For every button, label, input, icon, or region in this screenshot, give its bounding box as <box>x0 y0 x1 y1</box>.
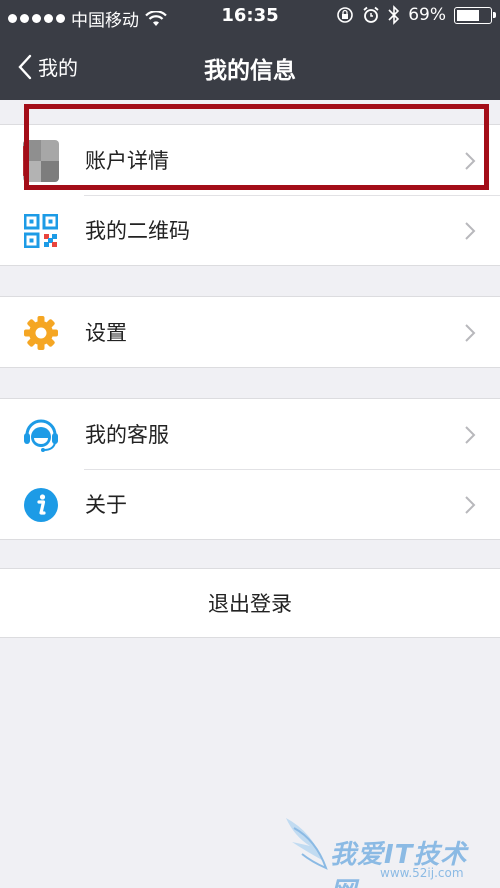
bluetooth-icon <box>388 5 400 25</box>
menu-item-about[interactable]: 关于 <box>0 469 500 539</box>
page-title: 我的信息 <box>204 58 296 84</box>
logout-button[interactable]: 退出登录 <box>0 568 500 638</box>
battery-percentage: 69% <box>408 5 446 25</box>
chevron-right-icon <box>465 426 476 444</box>
settings-group: 设置 <box>0 296 500 368</box>
battery-icon <box>454 6 496 24</box>
highlight-box <box>24 104 489 190</box>
support-group: 我的客服 关于 <box>0 398 500 540</box>
menu-item-label: 设置 <box>85 321 127 345</box>
watermark: 我爱IT技术网 www.52ij.com <box>282 812 492 888</box>
battery-level-fill <box>457 9 480 21</box>
menu-item-label: 我的二维码 <box>85 219 190 243</box>
rotation-lock-icon <box>337 7 354 23</box>
customer-service-icon <box>22 416 60 454</box>
menu-item-label: 关于 <box>85 493 127 517</box>
watermark-url: www.52ij.com <box>380 866 464 880</box>
alarm-icon <box>363 6 379 23</box>
chevron-right-icon <box>465 324 476 342</box>
menu-item-my-qr-code[interactable]: 我的二维码 <box>0 195 500 265</box>
logout-button-label: 退出登录 <box>208 592 292 616</box>
navigation-bar: 我的 我的信息 <box>0 34 500 100</box>
chevron-right-icon <box>465 496 476 514</box>
status-bar-right: 69% <box>336 5 496 25</box>
status-bar: 中国移动 16:35 69% <box>0 0 500 34</box>
menu-item-my-customer-service[interactable]: 我的客服 <box>0 399 500 469</box>
info-icon <box>22 486 60 524</box>
chevron-right-icon <box>465 222 476 240</box>
menu-item-label: 我的客服 <box>85 423 169 447</box>
qr-code-icon <box>22 212 60 250</box>
gear-icon <box>22 314 60 352</box>
menu-item-settings[interactable]: 设置 <box>0 297 500 367</box>
